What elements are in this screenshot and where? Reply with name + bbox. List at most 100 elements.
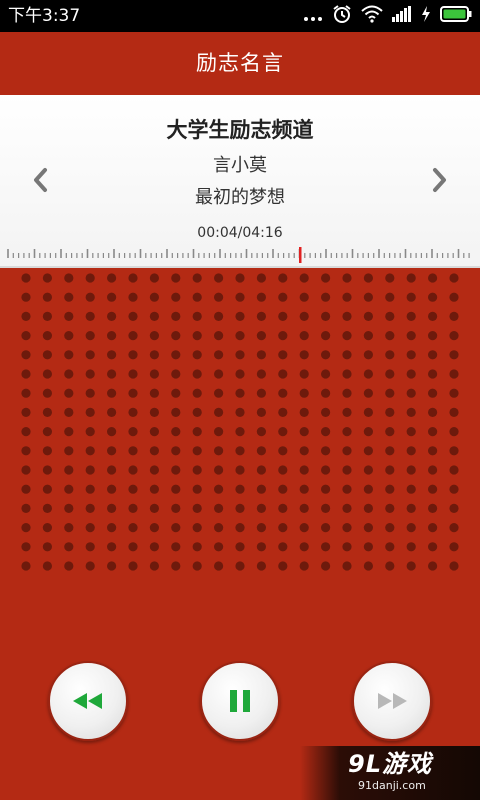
grille-hole <box>214 350 224 360</box>
grille-hole <box>385 503 395 513</box>
grille-hole <box>299 523 309 533</box>
grille-hole <box>256 523 266 533</box>
grille-hole <box>342 350 352 360</box>
rewind-icon <box>73 693 102 709</box>
grille-hole <box>406 503 416 513</box>
grille-hole <box>321 292 331 302</box>
grille-hole <box>149 407 159 417</box>
grille-hole <box>214 561 224 571</box>
grille-hole <box>428 465 438 475</box>
grille-hole <box>85 427 95 437</box>
grille-hole <box>214 407 224 417</box>
grille-hole <box>406 388 416 398</box>
grille-hole <box>321 561 331 571</box>
grille-hole <box>171 427 181 437</box>
grille-hole <box>342 369 352 379</box>
grille-hole <box>256 350 266 360</box>
grille-hole <box>385 273 395 283</box>
grille-hole <box>406 561 416 571</box>
grille-hole <box>342 388 352 398</box>
grille-hole <box>385 407 395 417</box>
grille-hole <box>214 503 224 513</box>
grille-hole <box>85 407 95 417</box>
grille-hole <box>107 446 117 456</box>
grille-hole <box>385 446 395 456</box>
grille-hole <box>256 292 266 302</box>
grille-hole <box>107 561 117 571</box>
next-channel-button[interactable] <box>424 165 454 195</box>
grille-hole <box>64 369 74 379</box>
grille-hole <box>385 523 395 533</box>
grille-hole <box>42 369 52 379</box>
fast-forward-button[interactable] <box>352 661 432 741</box>
grille-hole <box>192 311 202 321</box>
grille-hole <box>321 542 331 552</box>
progress-needle[interactable] <box>299 247 302 263</box>
artist-name: 言小莫 <box>213 155 267 176</box>
grille-hole <box>428 523 438 533</box>
grille-hole <box>128 561 138 571</box>
grille-hole <box>214 273 224 283</box>
grille-hole <box>42 427 52 437</box>
grille-hole <box>342 407 352 417</box>
grille-hole <box>149 465 159 475</box>
grille-hole <box>406 484 416 494</box>
grille-hole <box>21 311 31 321</box>
grille-hole <box>406 311 416 321</box>
grille-hole <box>406 407 416 417</box>
grille-hole <box>128 331 138 341</box>
rewind-button[interactable] <box>48 661 128 741</box>
grille-hole <box>385 465 395 475</box>
grille-hole <box>321 427 331 437</box>
grille-hole <box>385 542 395 552</box>
grille-hole <box>192 331 202 341</box>
grille-hole <box>128 484 138 494</box>
charging-icon <box>421 6 431 26</box>
pause-icon <box>230 690 250 712</box>
grille-hole <box>278 542 288 552</box>
pause-button[interactable] <box>200 661 280 741</box>
grille-hole <box>192 407 202 417</box>
grille-hole <box>192 292 202 302</box>
channel-title: 大学生励志频道 <box>166 118 314 142</box>
grille-hole <box>363 292 373 302</box>
grille-hole <box>449 273 459 283</box>
grille-hole <box>214 388 224 398</box>
grille-hole <box>256 503 266 513</box>
grille-hole <box>321 273 331 283</box>
site-watermark: 9L游戏 91danji.com <box>300 746 480 800</box>
grille-hole <box>299 388 309 398</box>
grille-hole <box>406 292 416 302</box>
grille-hole <box>428 427 438 437</box>
more-dots-icon <box>303 7 323 26</box>
grille-hole <box>128 503 138 513</box>
fast-forward-icon <box>378 693 407 709</box>
grille-hole <box>321 484 331 494</box>
grille-hole <box>428 273 438 283</box>
grille-hole <box>171 561 181 571</box>
grille-hole <box>235 542 245 552</box>
grille-hole <box>406 542 416 552</box>
grille-hole <box>278 273 288 283</box>
progress-ruler[interactable] <box>0 245 480 265</box>
grille-hole <box>256 273 266 283</box>
grille-hole <box>107 503 117 513</box>
grille-hole <box>428 331 438 341</box>
grille-hole <box>64 273 74 283</box>
grille-hole <box>256 311 266 321</box>
grille-hole <box>171 273 181 283</box>
grille-hole <box>321 311 331 321</box>
grille-hole <box>342 561 352 571</box>
wifi-icon <box>361 5 383 27</box>
grille-hole <box>363 561 373 571</box>
grille-hole <box>21 523 31 533</box>
grille-hole <box>235 407 245 417</box>
grille-hole <box>449 561 459 571</box>
grille-hole <box>21 388 31 398</box>
grille-hole <box>385 388 395 398</box>
grille-hole <box>171 465 181 475</box>
grille-hole <box>256 446 266 456</box>
grille-hole <box>235 331 245 341</box>
grille-hole <box>128 311 138 321</box>
grille-hole <box>342 465 352 475</box>
